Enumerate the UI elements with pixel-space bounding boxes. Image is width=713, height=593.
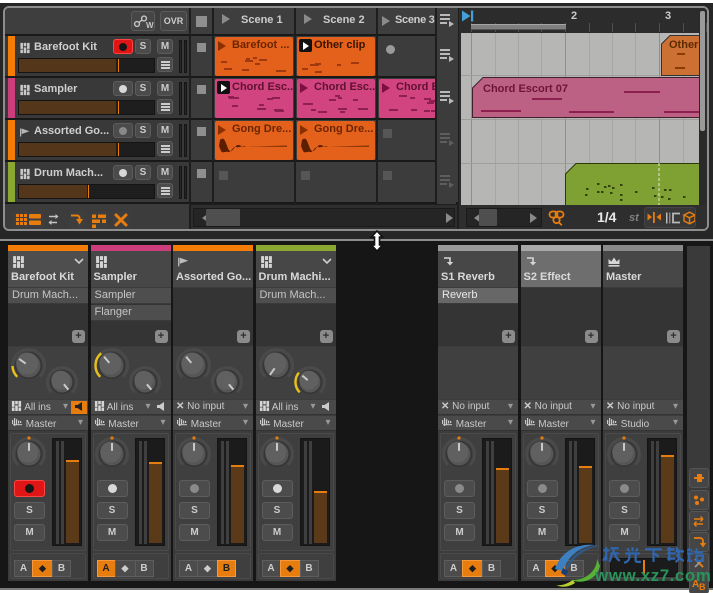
- svg-text:W: W: [146, 21, 154, 30]
- svg-text:Other: Other: [669, 39, 699, 51]
- svg-text:Chord Escort 07: Chord Escort 07: [483, 83, 568, 95]
